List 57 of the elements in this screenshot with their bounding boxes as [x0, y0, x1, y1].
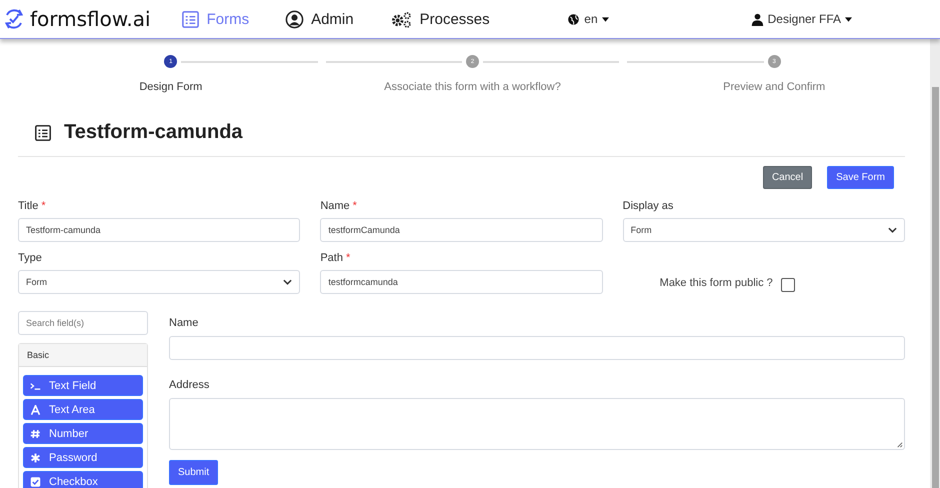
field-label: Name	[169, 317, 200, 329]
nav-link[interactable]: Admin	[285, 10, 354, 28]
component-button[interactable]: Password	[23, 447, 143, 468]
font-icon	[30, 404, 41, 414]
chevron-down-icon	[283, 279, 292, 285]
user-menu[interactable]: Designer FFA	[750, 12, 852, 26]
gears-icon	[390, 10, 413, 28]
chevron-down-icon	[888, 227, 897, 233]
input-field[interactable]: testformCamunda	[320, 218, 603, 242]
component-button[interactable]: Checkbox	[23, 471, 143, 488]
person-icon	[750, 12, 764, 26]
step-label: Associate this form with a workflow?	[384, 81, 561, 93]
search-field[interactable]: Search field(s)	[18, 311, 148, 335]
terminal-icon	[30, 380, 41, 390]
hashtag-icon	[30, 428, 41, 438]
nav-link[interactable]: Forms	[180, 10, 250, 28]
field-label: Type	[18, 252, 42, 264]
caret-icon	[602, 16, 609, 22]
field-label: Path	[320, 252, 343, 264]
checkbox-label: Make this form public ?	[660, 276, 773, 288]
input-field[interactable]: testformcamunda	[320, 270, 603, 294]
component-button[interactable]: Text Field	[23, 375, 143, 396]
select-field[interactable]: Form	[622, 218, 905, 242]
save-button[interactable]: Save Form	[827, 166, 894, 189]
caret-icon	[845, 16, 852, 22]
asterisk-icon	[30, 452, 41, 462]
step-label: Preview and Confirm	[723, 81, 826, 93]
required-asterisk: *	[41, 200, 46, 212]
field-label: Address	[169, 379, 210, 391]
checkbox[interactable]	[780, 278, 795, 292]
field-label: Title	[18, 200, 38, 212]
field-label: Display as	[622, 200, 674, 212]
input-field[interactable]: Testform-camunda	[18, 218, 300, 242]
language-dropdown[interactable]: en	[567, 12, 609, 26]
user-circle-icon	[285, 10, 304, 28]
resize-handle-icon	[896, 441, 903, 448]
sync-check-logo-icon	[2, 7, 26, 31]
brand-name: formsflow.ai	[30, 7, 151, 31]
form-list-icon	[34, 124, 52, 142]
nav-link[interactable]: Processes	[390, 10, 490, 28]
component-button[interactable]: Number	[23, 423, 143, 444]
input-field[interactable]	[169, 336, 905, 360]
form-list-icon	[180, 10, 200, 28]
globe-icon	[567, 12, 580, 26]
cancel-button[interactable]: Cancel	[762, 166, 812, 189]
required-asterisk: *	[346, 252, 350, 264]
step-label: Design Form	[139, 81, 202, 93]
component-button[interactable]: Text Area	[23, 399, 143, 420]
group-header[interactable]: Basic	[19, 344, 147, 367]
required-asterisk: *	[352, 200, 357, 212]
page-title: Testform-camunda	[64, 121, 243, 144]
scrollbar[interactable]	[930, 39, 940, 488]
submit-button[interactable]: Submit	[169, 460, 218, 485]
select-field[interactable]: Form	[18, 270, 300, 294]
checkbox-icon	[30, 476, 41, 486]
textarea-field[interactable]	[169, 398, 905, 450]
field-label: Name	[320, 200, 350, 212]
